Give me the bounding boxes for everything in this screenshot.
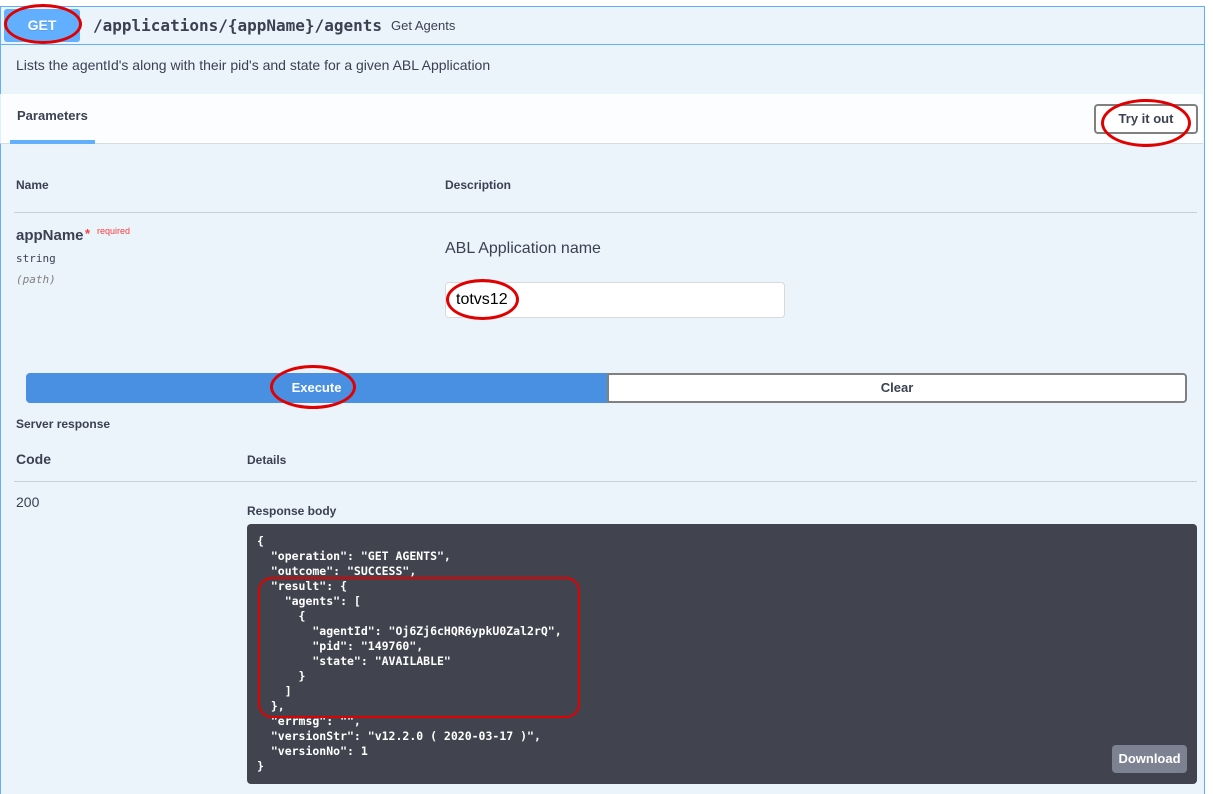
operation-summary[interactable]: GET /applications/{appName}/agents Get A… <box>1 7 1204 45</box>
divider <box>14 481 1197 482</box>
required-label: required <box>97 226 131 236</box>
response-body-text: { "operation": "GET AGENTS", "outcome": … <box>257 534 562 773</box>
server-response-heading: Server response <box>16 417 111 431</box>
parameter-name: appName <box>16 227 84 244</box>
column-header-description: Description <box>445 178 512 192</box>
response-body-code: { "operation": "GET AGENTS", "outcome": … <box>247 524 1197 784</box>
operation-description: Lists the agentId's along with their pid… <box>16 57 491 73</box>
try-it-out-button[interactable]: Try it out <box>1094 104 1198 134</box>
parameter-description: ABL Application name <box>445 240 601 257</box>
operation-summary-text: Get Agents <box>391 18 456 33</box>
tab-parameters[interactable]: Parameters <box>10 94 95 144</box>
parameter-location: (path) <box>16 273 56 286</box>
response-status-code: 200 <box>16 494 40 510</box>
column-header-name: Name <box>16 178 49 192</box>
parameters-header: Parameters <box>0 94 1203 144</box>
response-body-label: Response body <box>247 504 337 518</box>
parameter-type: string <box>16 252 56 265</box>
tab-parameters-label: Parameters <box>17 108 88 123</box>
required-star: * <box>85 226 91 241</box>
response-code-header: Code <box>16 451 51 467</box>
app-name-input[interactable] <box>445 282 785 318</box>
divider <box>14 212 1197 213</box>
response-details-header: Details <box>247 453 287 467</box>
download-button[interactable]: Download <box>1112 745 1187 773</box>
execute-button[interactable]: Execute <box>26 373 607 403</box>
execute-button-group: Execute Clear <box>26 373 1187 403</box>
endpoint-path: /applications/{appName}/agents <box>93 16 382 35</box>
clear-button[interactable]: Clear <box>607 373 1187 403</box>
http-method-badge: GET <box>4 9 80 42</box>
